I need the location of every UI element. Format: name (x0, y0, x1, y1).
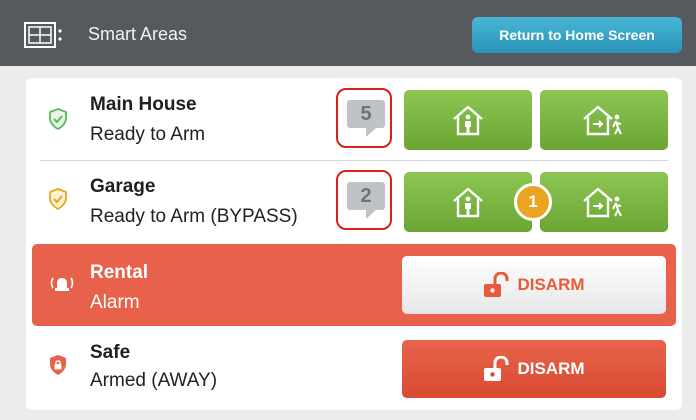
area-status: Ready to Arm (90, 124, 206, 145)
shield-lock-icon (50, 355, 66, 375)
disarm-label: DISARM (517, 275, 585, 294)
disarm-button[interactable]: DISARM (402, 256, 666, 314)
arm-stay-icon (453, 187, 483, 218)
arm-away-icon (583, 105, 622, 136)
area-name: Garage (90, 176, 156, 197)
floorplan-icon (24, 22, 62, 48)
area-name: Safe (90, 342, 131, 363)
bypass-count-badge: 1 (514, 183, 552, 221)
unlock-icon (484, 356, 509, 381)
sensor-count-bubble[interactable]: 2 (336, 170, 392, 230)
arm-away-button[interactable] (540, 172, 668, 232)
area-status: Ready to Arm (BYPASS) (90, 206, 298, 227)
unlock-icon (484, 272, 509, 297)
shield-check-icon (49, 108, 67, 130)
area-row-rental: Rental Alarm DISARM (32, 244, 676, 326)
disarm-button[interactable]: DISARM (402, 340, 666, 398)
header-bar: Smart Areas Return to Home Screen (0, 0, 696, 66)
siren-icon (50, 277, 74, 291)
area-status: Armed (AWAY) (90, 370, 218, 391)
bubble-tail (366, 210, 376, 219)
arm-stay-button[interactable] (404, 172, 532, 232)
sensor-count-bubble[interactable]: 5 (336, 88, 392, 148)
arm-stay-button[interactable] (404, 90, 532, 150)
shield-check-icon (49, 188, 67, 210)
page-title: Smart Areas (88, 24, 188, 44)
sensor-count: 2 (347, 182, 385, 210)
sensor-count: 5 (347, 100, 385, 128)
return-home-button[interactable]: Return to Home Screen (472, 17, 682, 53)
arm-stay-icon (453, 105, 483, 136)
arm-away-icon (583, 187, 622, 218)
arm-away-button[interactable] (540, 90, 668, 150)
bubble-tail (366, 128, 376, 137)
area-name: Rental (90, 262, 149, 283)
area-name: Main House (90, 94, 197, 115)
area-status: Alarm (90, 292, 140, 313)
row-divider (40, 160, 668, 161)
disarm-label: DISARM (517, 359, 585, 378)
